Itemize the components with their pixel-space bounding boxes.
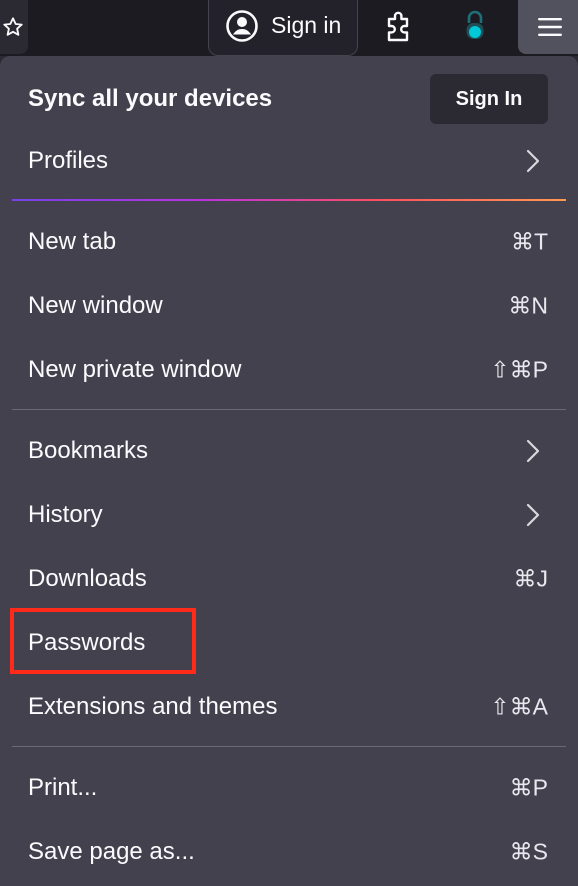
menu-separator	[12, 746, 566, 747]
menu-item-label: Extensions and themes	[28, 693, 278, 720]
menu-item-label: Downloads	[28, 565, 147, 592]
menu-item-shortcut: ⌘T	[510, 228, 548, 255]
menu-item-print[interactable]: Print... ⌘P	[0, 757, 578, 819]
chevron-right-icon	[526, 503, 540, 527]
menu-item-label: Passwords	[28, 629, 146, 656]
hamburger-menu-icon	[538, 18, 562, 36]
account-signin-label: Sign in	[271, 12, 342, 38]
menu-item-shortcut: ⇧⌘A	[490, 693, 548, 720]
chevron-right-icon	[526, 149, 540, 173]
puzzle-icon	[387, 11, 409, 42]
menu-item-shortcut: ⌘J	[513, 565, 549, 592]
menu-item-label: New private window	[28, 356, 242, 383]
app-menu-button[interactable]	[518, 0, 578, 54]
menu-separator	[12, 409, 566, 410]
sync-signin-button[interactable]: Sign In	[430, 74, 548, 124]
password-manager-button[interactable]	[458, 6, 492, 46]
menu-item-label: History	[28, 501, 103, 528]
bookmark-star-button[interactable]	[0, 0, 28, 54]
menu-item-shortcut: ⌘S	[509, 838, 548, 865]
browser-toolbar: Sign in	[0, 0, 578, 56]
menu-item-label: New window	[28, 292, 163, 319]
lock-icon	[466, 10, 484, 39]
sync-title: Sync all your devices	[28, 85, 273, 112]
menu-item-new-window[interactable]: New window ⌘N	[0, 275, 578, 337]
menu-item-downloads[interactable]: Downloads ⌘J	[0, 548, 578, 610]
menu-item-new-tab[interactable]: New tab ⌘T	[0, 211, 578, 273]
app-menu-panel: Sync all your devices Sign In Profiles N…	[0, 56, 578, 886]
menu-item-extensions-and-themes[interactable]: Extensions and themes ⇧⌘A	[0, 676, 578, 738]
menu-item-passwords[interactable]: Passwords	[0, 612, 578, 674]
menu-item-shortcut: ⌘N	[508, 292, 548, 319]
sync-section: Sync all your devices Sign In	[0, 72, 578, 128]
menu-item-label: Save page as...	[28, 838, 195, 865]
menu-item-shortcut: ⌘P	[509, 774, 548, 801]
menu-item-profiles[interactable]: Profiles	[0, 130, 578, 192]
menu-item-label: Print...	[28, 774, 98, 801]
menu-item-history[interactable]: History	[0, 484, 578, 546]
star-icon	[3, 17, 23, 36]
chevron-right-icon	[526, 439, 540, 463]
menu-item-label: Bookmarks	[28, 437, 149, 464]
extensions-button[interactable]	[380, 4, 420, 48]
account-signin-button[interactable]: Sign in	[208, 0, 358, 56]
menu-item-shortcut: ⇧⌘P	[490, 356, 548, 383]
menu-item-new-private-window[interactable]: New private window ⇧⌘P	[0, 339, 578, 401]
menu-item-save-page-as[interactable]: Save page as... ⌘S	[0, 821, 578, 883]
account-icon	[226, 9, 258, 42]
sync-separator	[12, 199, 566, 201]
menu-item-label: Profiles	[28, 147, 109, 174]
menu-item-bookmarks[interactable]: Bookmarks	[0, 420, 578, 482]
menu-item-label: New tab	[28, 228, 117, 255]
